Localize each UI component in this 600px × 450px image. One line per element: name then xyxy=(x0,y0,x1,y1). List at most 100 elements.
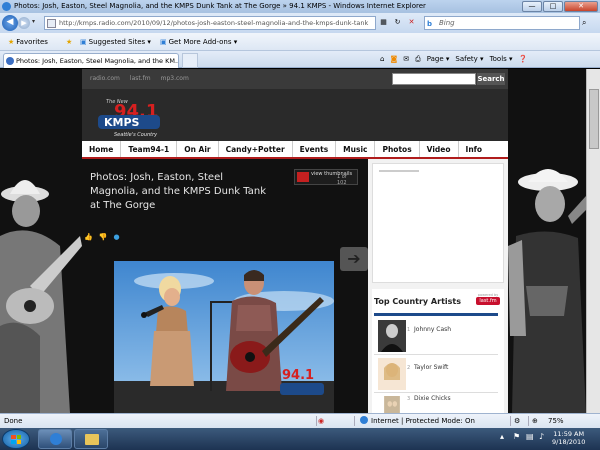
page-favicon-icon xyxy=(47,19,56,28)
site-search-input[interactable] xyxy=(392,73,476,85)
safety-menu[interactable]: Safety ▾ xyxy=(455,51,483,68)
suggested-sites-button[interactable]: ▣ Suggested Sites ▾ xyxy=(80,33,151,51)
next-photo-button[interactable]: ➔ xyxy=(340,247,368,271)
add-favorite-icon[interactable]: ★ xyxy=(66,33,74,51)
home-icon[interactable]: ⌂ xyxy=(380,51,384,68)
view-thumbnails-button[interactable]: view thumbnails 1 of 102 xyxy=(294,169,358,186)
command-bar: ⌂ ◙ ✉ ⎙ Page ▾ Safety ▾ Tools ▾ ❓ xyxy=(380,51,527,68)
feeds-icon[interactable]: ◙ xyxy=(390,51,397,68)
stop-icon[interactable]: ✕ xyxy=(406,17,417,28)
website-container: radio.com last.fm mp3.com Search The New… xyxy=(82,69,508,413)
artist-item[interactable]: 1 Johnny Cash xyxy=(374,317,498,355)
menu-candy-potter[interactable]: Candy+Potter xyxy=(219,141,293,157)
kmps-logo[interactable]: The New 94.1 KMPS Seattle's Country xyxy=(92,93,172,141)
menu-music[interactable]: Music xyxy=(336,141,376,157)
background-artist-right-image xyxy=(508,166,586,413)
menu-on-air[interactable]: On Air xyxy=(177,141,219,157)
get-addons-button[interactable]: ▣ Get More Add-ons ▾ xyxy=(160,33,237,51)
ie-logo-icon xyxy=(2,2,11,11)
status-tool-icon[interactable]: ⚙ xyxy=(514,414,520,428)
new-tab-button[interactable] xyxy=(182,53,198,68)
page-menu[interactable]: Page ▾ xyxy=(427,51,450,68)
lastfm-badge[interactable]: powered by last.fm xyxy=(476,293,500,307)
artist-photo xyxy=(384,396,400,413)
system-tray: ▴ ⚑ ▤ ♪ xyxy=(500,432,549,442)
close-button[interactable]: ✕ xyxy=(564,1,598,12)
artist-name: Johnny Cash xyxy=(414,326,452,333)
svg-text:Seattle's Country: Seattle's Country xyxy=(114,132,158,138)
share-icon[interactable]: ● xyxy=(113,233,119,241)
thumbs-down-icon[interactable]: 👎 xyxy=(99,233,108,241)
back-button[interactable]: ◀ xyxy=(2,15,18,31)
maximize-button[interactable]: □ xyxy=(543,1,563,12)
menu-home[interactable]: Home xyxy=(82,141,122,157)
action-center-icon[interactable]: ⚑ xyxy=(513,432,523,442)
menu-photos[interactable]: Photos xyxy=(375,141,420,157)
zoom-level[interactable]: 75% xyxy=(548,414,564,428)
tab-active[interactable]: Photos: Josh, Easton, Steel Magnolia, an… xyxy=(3,53,179,68)
menu-events[interactable]: Events xyxy=(293,141,337,157)
vertical-scrollbar[interactable] xyxy=(586,69,600,413)
navigation-bar: ◀ ▶ ▾ http://kmps.radio.com/2010/09/12/p… xyxy=(0,13,600,33)
top-link-radio[interactable]: radio.com xyxy=(90,75,120,82)
windows-logo-icon xyxy=(11,435,21,444)
folder-icon xyxy=(85,434,99,445)
globe-icon xyxy=(360,416,368,424)
show-hidden-icons[interactable]: ▴ xyxy=(500,432,510,442)
menu-video[interactable]: Video xyxy=(420,141,459,157)
top-artists-widget: Top Country Artists powered by last.fm 1… xyxy=(372,289,504,413)
favorites-bar: ★ Favorites ★ ▣ Suggested Sites ▾ ▣ Get Mor… xyxy=(0,33,600,51)
status-text: Done xyxy=(4,417,23,425)
taskbar-clock[interactable]: 11:59 AM 9/18/2010 xyxy=(552,430,585,446)
taskbar-explorer-button[interactable] xyxy=(74,429,108,449)
photo-watermark: 94.1 xyxy=(282,368,314,383)
minimize-button[interactable]: — xyxy=(522,1,542,12)
window-controls: — □ ✕ xyxy=(522,0,598,13)
zoom-icon: ⊕ xyxy=(532,417,538,425)
artist-rank: 1 xyxy=(407,327,411,333)
volume-icon[interactable]: ♪ xyxy=(539,432,549,442)
tools-menu[interactable]: Tools ▾ xyxy=(490,51,513,68)
refresh-icon[interactable]: ↻ xyxy=(392,17,403,28)
menu-team941[interactable]: Team94-1 xyxy=(121,141,178,157)
artist-item[interactable]: 3 Dixie Chicks xyxy=(374,393,498,413)
forward-button[interactable]: ▶ xyxy=(18,17,30,29)
star-icon: ★ xyxy=(8,38,15,46)
page-viewport: radio.com last.fm mp3.com Search The New… xyxy=(0,69,600,413)
compatibility-view-icon[interactable]: ▦ xyxy=(378,17,389,28)
site-search-button[interactable]: Search xyxy=(477,73,505,85)
read-mail-icon[interactable]: ✉ xyxy=(403,51,409,68)
history-dropdown-icon[interactable]: ▾ xyxy=(32,18,35,25)
thumbnails-grid-icon xyxy=(297,172,309,182)
top-link-mp3[interactable]: mp3.com xyxy=(161,75,189,82)
menu-info[interactable]: Info xyxy=(459,141,490,157)
artist-item[interactable]: 2 Taylor Swift xyxy=(374,355,498,393)
window-title: Photos: Josh, Easton, Steel Magnolia, an… xyxy=(14,2,426,10)
top-link-lastfm[interactable]: last.fm xyxy=(130,75,151,82)
status-bar: Done ◉ Internet | Protected Mode: On ⚙ ⊕… xyxy=(0,413,600,428)
thumbs-up-icon[interactable]: 👍 xyxy=(84,233,93,241)
background-artist-left-image xyxy=(0,166,82,413)
clock-date: 9/18/2010 xyxy=(552,438,586,446)
page-title: Photos: Josh, Easton, Steel Magnolia, an… xyxy=(90,172,266,211)
scrollbar-thumb[interactable] xyxy=(589,89,599,149)
search-icon[interactable]: ⌕ xyxy=(582,18,586,28)
svg-text:KMPS: KMPS xyxy=(104,116,140,129)
gallery-photo[interactable]: 94.1 xyxy=(114,261,334,413)
print-icon[interactable]: ⎙ xyxy=(415,51,421,68)
top-artists-heading: Top Country Artists xyxy=(374,297,461,306)
favorites-button[interactable]: ★ Favorites xyxy=(8,33,48,51)
address-bar[interactable]: http://kmps.radio.com/2010/09/12/photos-… xyxy=(44,16,376,30)
artist-photo xyxy=(378,320,406,352)
artist-rank: 2 xyxy=(407,365,411,371)
photo-counter: 1 of 102 xyxy=(337,174,347,186)
tab-title: Photos: Josh, Easton, Steel Magnolia, an… xyxy=(16,57,179,65)
security-zone[interactable]: Internet | Protected Mode: On xyxy=(360,414,475,428)
search-box[interactable]: b Bing xyxy=(424,16,580,30)
artist-name: Taylor Swift xyxy=(414,364,449,371)
taskbar-ie-button[interactable] xyxy=(38,429,72,449)
network-icon[interactable]: ▤ xyxy=(526,432,536,442)
start-button[interactable] xyxy=(2,429,30,449)
help-icon[interactable]: ❓ xyxy=(519,51,528,68)
protected-mode-icon: ◉ xyxy=(318,417,325,425)
